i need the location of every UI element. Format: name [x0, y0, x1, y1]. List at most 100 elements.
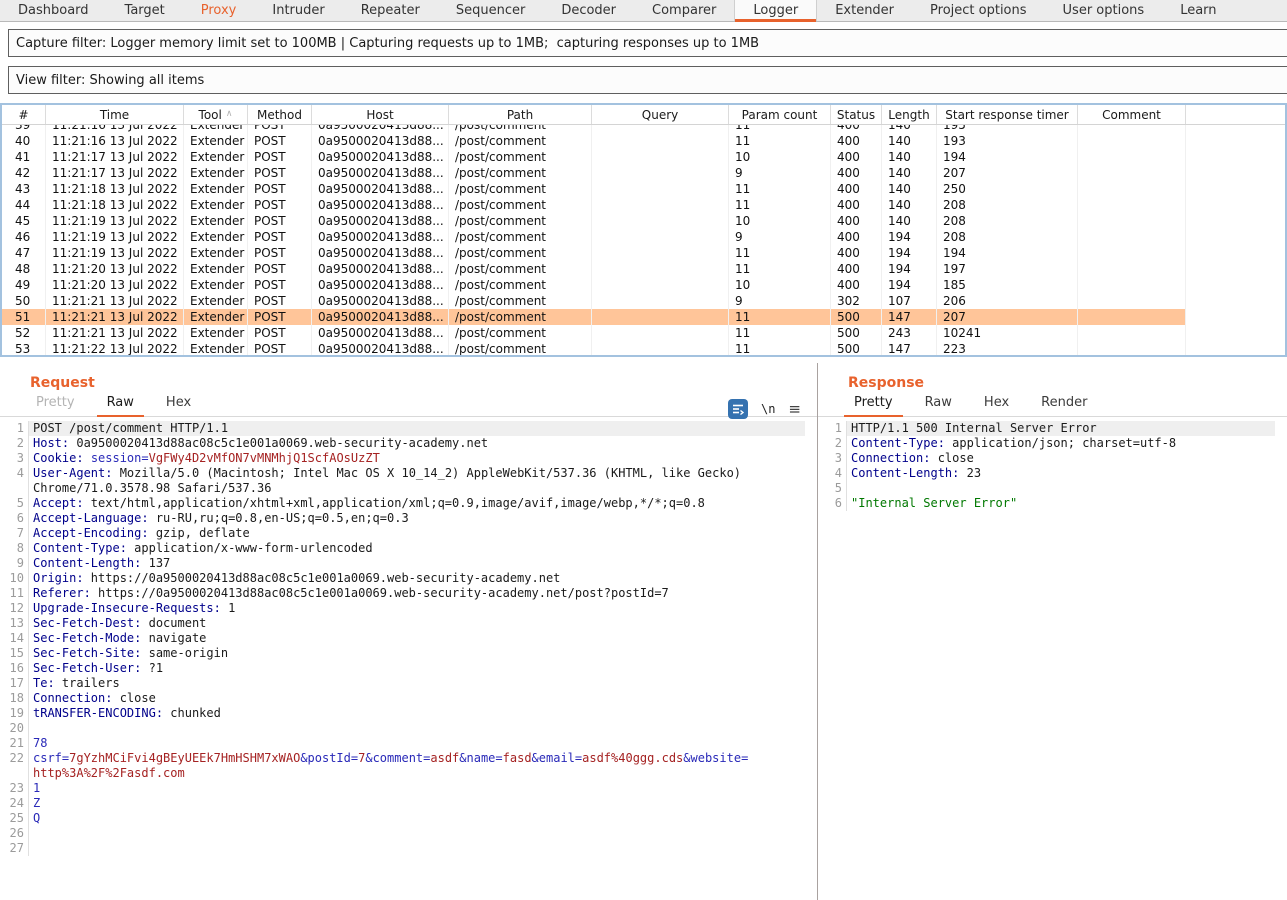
column-header-status[interactable]: Status: [831, 105, 882, 124]
cell: 49: [2, 277, 46, 293]
column-header-index[interactable]: #: [2, 105, 46, 124]
table-row[interactable]: 5111:21:21 13 Jul 2022ExtenderPOST0a9500…: [2, 309, 1285, 325]
pretty-print-button[interactable]: [728, 399, 748, 419]
tab-raw[interactable]: Raw: [913, 391, 964, 416]
cell: Extender: [184, 293, 248, 309]
tab-hex[interactable]: Hex: [154, 391, 203, 416]
column-header-method[interactable]: Method: [248, 105, 312, 124]
cell: 11: [729, 309, 831, 325]
line-content: Accept-Language: ru-RU,ru;q=0.8,en-US;q=…: [28, 511, 805, 526]
tab-pretty[interactable]: Pretty: [842, 391, 905, 416]
line-number: 11: [0, 586, 28, 601]
main-tab-repeater[interactable]: Repeater: [343, 0, 438, 21]
line-number: 25: [0, 811, 28, 826]
code-line: 13Sec-Fetch-Dest: document: [0, 616, 817, 631]
column-header-path[interactable]: Path: [449, 105, 592, 124]
table-row[interactable]: 4911:21:20 13 Jul 2022ExtenderPOST0a9500…: [2, 277, 1285, 293]
line-number: 19: [0, 706, 28, 721]
main-tab-target[interactable]: Target: [107, 0, 183, 21]
column-header-tool[interactable]: Tool∧: [184, 105, 248, 124]
column-header-filler: [1186, 105, 1285, 124]
table-row[interactable]: 4511:21:19 13 Jul 2022ExtenderPOST0a9500…: [2, 213, 1285, 229]
cell: 10: [729, 277, 831, 293]
main-tab-learn[interactable]: Learn: [1162, 0, 1234, 21]
cell: 400: [831, 133, 882, 149]
main-tab-logger[interactable]: Logger: [734, 0, 817, 21]
tab-raw[interactable]: Raw: [95, 391, 146, 416]
request-editor[interactable]: 1POST /post/comment HTTP/1.12Host: 0a950…: [0, 417, 817, 856]
main-tab-dashboard[interactable]: Dashboard: [0, 0, 107, 21]
main-tab-comparer[interactable]: Comparer: [634, 0, 734, 21]
column-header-query[interactable]: Query: [592, 105, 729, 124]
main-tab-user-options[interactable]: User options: [1045, 0, 1163, 21]
table-row[interactable]: 4711:21:19 13 Jul 2022ExtenderPOST0a9500…: [2, 245, 1285, 261]
cell: [592, 125, 729, 133]
cell: [1078, 165, 1186, 181]
cell: 0a9500020413d88...: [312, 125, 449, 133]
cell: 47: [2, 245, 46, 261]
cell: 206: [937, 293, 1078, 309]
table-row[interactable]: 4011:21:16 13 Jul 2022ExtenderPOST0a9500…: [2, 133, 1285, 149]
line-number: 8: [0, 541, 28, 556]
line-number: 14: [0, 631, 28, 646]
main-tab-project-options[interactable]: Project options: [912, 0, 1045, 21]
table-row[interactable]: 5211:21:21 13 Jul 2022ExtenderPOST0a9500…: [2, 325, 1285, 341]
cell: 10: [729, 213, 831, 229]
cell: 11:21:19 13 Jul 2022: [46, 229, 184, 245]
editor-menu-button[interactable]: ≡: [788, 400, 801, 418]
cell: 147: [882, 309, 937, 325]
code-line: 6Accept-Language: ru-RU,ru;q=0.8,en-US;q…: [0, 511, 817, 526]
code-line: 7Accept-Encoding: gzip, deflate: [0, 526, 817, 541]
tab-pretty[interactable]: Pretty: [24, 391, 87, 416]
response-title: Response: [848, 375, 1287, 391]
logger-table-body[interactable]: 3911:21:16 13 Jul 2022ExtenderPOST0a9500…: [2, 125, 1285, 355]
response-panel: Response Pretty Raw Hex Render 1HTTP/1.1 50…: [818, 363, 1287, 900]
cell: Extender: [184, 149, 248, 165]
view-filter-bar[interactable]: View filter: Showing all items: [8, 66, 1287, 94]
tab-render[interactable]: Render: [1029, 391, 1099, 416]
cell: 0a9500020413d88...: [312, 277, 449, 293]
line-number: 24: [0, 796, 28, 811]
table-row[interactable]: 4311:21:18 13 Jul 2022ExtenderPOST0a9500…: [2, 181, 1285, 197]
line-content: tRANSFER-ENCODING: chunked: [28, 706, 805, 721]
cell: 10: [729, 149, 831, 165]
line-number: 13: [0, 616, 28, 631]
line-content: Cookie: session=VgFWy4D2vMfON7vMNMhjQ1Sc…: [28, 451, 805, 466]
line-content: Z: [28, 796, 805, 811]
table-row[interactable]: 4411:21:18 13 Jul 2022ExtenderPOST0a9500…: [2, 197, 1285, 213]
capture-filter-bar[interactable]: Capture filter: Logger memory limit set …: [8, 29, 1287, 57]
request-editor-icons: \n ≡: [728, 399, 801, 419]
main-tab-intruder[interactable]: Intruder: [254, 0, 342, 21]
main-tab-sequencer[interactable]: Sequencer: [438, 0, 543, 21]
line-content: [28, 826, 805, 841]
main-tab-extender[interactable]: Extender: [817, 0, 912, 21]
table-row[interactable]: 5011:21:21 13 Jul 2022ExtenderPOST0a9500…: [2, 293, 1285, 309]
cell: 9: [729, 165, 831, 181]
cell: 0a9500020413d88...: [312, 229, 449, 245]
table-row[interactable]: 4211:21:17 13 Jul 2022ExtenderPOST0a9500…: [2, 165, 1285, 181]
column-header-time[interactable]: Time: [46, 105, 184, 124]
main-tab-decoder[interactable]: Decoder: [543, 0, 634, 21]
main-tab-proxy[interactable]: Proxy: [183, 0, 255, 21]
line-content: Content-Length: 23: [846, 466, 1275, 481]
table-row[interactable]: 4111:21:17 13 Jul 2022ExtenderPOST0a9500…: [2, 149, 1285, 165]
cell: 194: [882, 261, 937, 277]
column-header-host[interactable]: Host: [312, 105, 449, 124]
column-header-start-response-timer[interactable]: Start response timer: [937, 105, 1078, 124]
column-header-comment[interactable]: Comment: [1078, 105, 1186, 124]
cell: /post/comment: [449, 133, 592, 149]
table-row[interactable]: 5311:21:22 13 Jul 2022ExtenderPOST0a9500…: [2, 341, 1285, 355]
tab-hex[interactable]: Hex: [972, 391, 1021, 416]
table-row[interactable]: 3911:21:16 13 Jul 2022ExtenderPOST0a9500…: [2, 125, 1285, 133]
cell-filler: [1186, 245, 1285, 261]
cell: 185: [937, 277, 1078, 293]
response-editor[interactable]: 1HTTP/1.1 500 Internal Server Error2Cont…: [818, 417, 1287, 511]
cell: 223: [937, 341, 1078, 355]
column-header-param-count[interactable]: Param count: [729, 105, 831, 124]
cell: Extender: [184, 341, 248, 355]
newline-toggle-button[interactable]: \n: [761, 402, 775, 416]
column-header-length[interactable]: Length: [882, 105, 937, 124]
line-number: 5: [0, 496, 28, 511]
table-row[interactable]: 4811:21:20 13 Jul 2022ExtenderPOST0a9500…: [2, 261, 1285, 277]
table-row[interactable]: 4611:21:19 13 Jul 2022ExtenderPOST0a9500…: [2, 229, 1285, 245]
